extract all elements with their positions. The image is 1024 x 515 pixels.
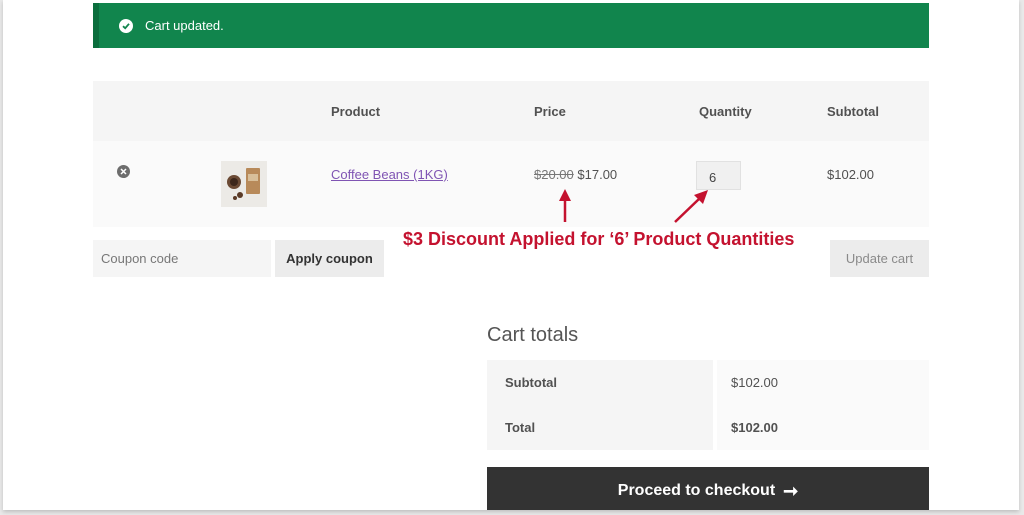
table-row: Subtotal $102.00 bbox=[487, 360, 929, 405]
arrow-to-quantity bbox=[674, 190, 708, 223]
table-row: Total $102.00 bbox=[487, 405, 929, 450]
arrow-to-price bbox=[559, 189, 571, 222]
discount-annotation: $3 Discount Applied for ‘6’ Product Quan… bbox=[403, 229, 795, 249]
cart-totals-table: Subtotal $102.00 Total $102.00 bbox=[487, 360, 929, 450]
total-label: Total bbox=[487, 405, 713, 450]
subtotal-label: Subtotal bbox=[487, 360, 713, 405]
cart-totals-title: Cart totals bbox=[487, 324, 579, 346]
proceed-to-checkout-button[interactable]: Proceed to checkout ➞ bbox=[487, 467, 929, 510]
page: Cart updated. Product Price Quantity Sub… bbox=[3, 0, 1019, 510]
checkout-label: Proceed to checkout bbox=[617, 482, 776, 499]
subtotal-value: $102.00 bbox=[717, 360, 929, 405]
total-value: $102.00 bbox=[717, 405, 929, 450]
arrow-right-icon: ➞ bbox=[783, 480, 799, 501]
